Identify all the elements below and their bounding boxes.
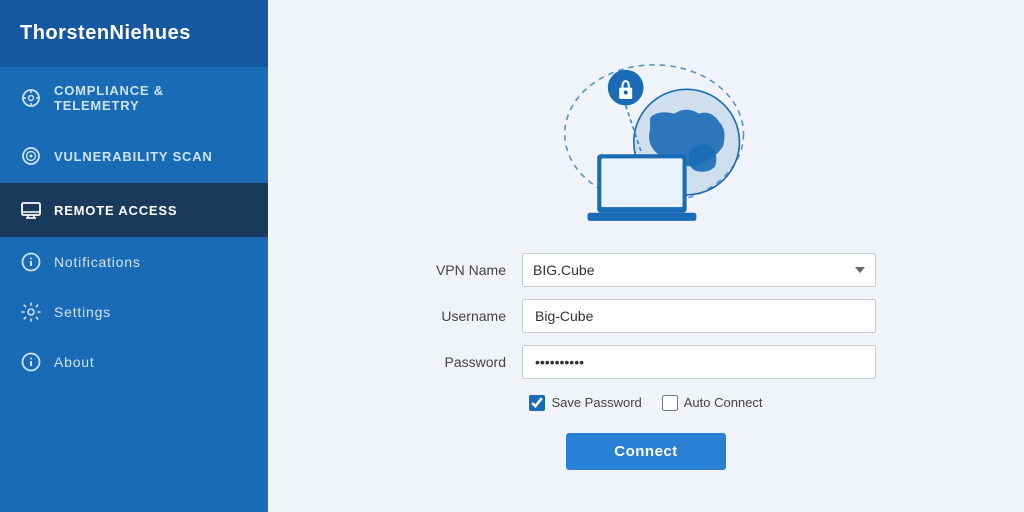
- auto-connect-label: Auto Connect: [684, 395, 763, 410]
- username-label: Username: [416, 308, 506, 324]
- save-password-group: Save Password: [529, 395, 641, 411]
- sidebar-item-settings[interactable]: Settings: [0, 287, 268, 337]
- auto-connect-checkbox[interactable]: [662, 395, 678, 411]
- save-password-label: Save Password: [551, 395, 641, 410]
- sidebar-item-about[interactable]: About: [0, 337, 268, 387]
- username-row: Username: [416, 299, 876, 333]
- vpn-name-row: VPN Name BIG.Cube Other VPN: [416, 253, 876, 287]
- sidebar-item-settings-label: Settings: [54, 304, 111, 320]
- gear-icon: [20, 301, 42, 323]
- connect-button[interactable]: Connect: [566, 433, 726, 470]
- form-area: VPN Name BIG.Cube Other VPN Username Pas…: [416, 253, 876, 470]
- sidebar: ThorstenNiehues COMPLIANCE & TELEMETRY V…: [0, 0, 268, 512]
- monitor-icon: [20, 199, 42, 221]
- save-password-checkbox[interactable]: [529, 395, 545, 411]
- vpn-illustration: [516, 43, 776, 233]
- options-row: Save Password Auto Connect: [416, 395, 876, 411]
- sidebar-item-vulnerability-label: VULNERABILITY SCAN: [54, 149, 213, 164]
- sidebar-item-remote-access[interactable]: REMOTE ACCESS: [0, 183, 268, 237]
- sidebar-item-remote-access-label: REMOTE ACCESS: [54, 203, 177, 218]
- sidebar-item-about-label: About: [54, 354, 95, 370]
- info-circle-icon: [20, 251, 42, 273]
- sidebar-item-compliance-label: COMPLIANCE & TELEMETRY: [54, 83, 248, 113]
- sidebar-item-vulnerability[interactable]: VULNERABILITY SCAN: [0, 129, 268, 183]
- sidebar-item-notifications[interactable]: Notifications: [0, 237, 268, 287]
- vpn-name-select[interactable]: BIG.Cube Other VPN: [522, 253, 876, 287]
- main-content: VPN Name BIG.Cube Other VPN Username Pas…: [268, 0, 1024, 512]
- clock-icon: [20, 87, 42, 109]
- app-title: ThorstenNiehues: [20, 22, 191, 44]
- target-icon: [20, 145, 42, 167]
- password-label: Password: [416, 354, 506, 370]
- username-input[interactable]: [522, 299, 876, 333]
- password-row: Password: [416, 345, 876, 379]
- sidebar-header: ThorstenNiehues: [0, 0, 268, 67]
- auto-connect-group: Auto Connect: [662, 395, 763, 411]
- sidebar-item-compliance[interactable]: COMPLIANCE & TELEMETRY: [0, 67, 268, 129]
- sidebar-item-notifications-label: Notifications: [54, 254, 141, 270]
- info-icon: [20, 351, 42, 373]
- vpn-name-label: VPN Name: [416, 262, 506, 278]
- password-input[interactable]: [522, 345, 876, 379]
